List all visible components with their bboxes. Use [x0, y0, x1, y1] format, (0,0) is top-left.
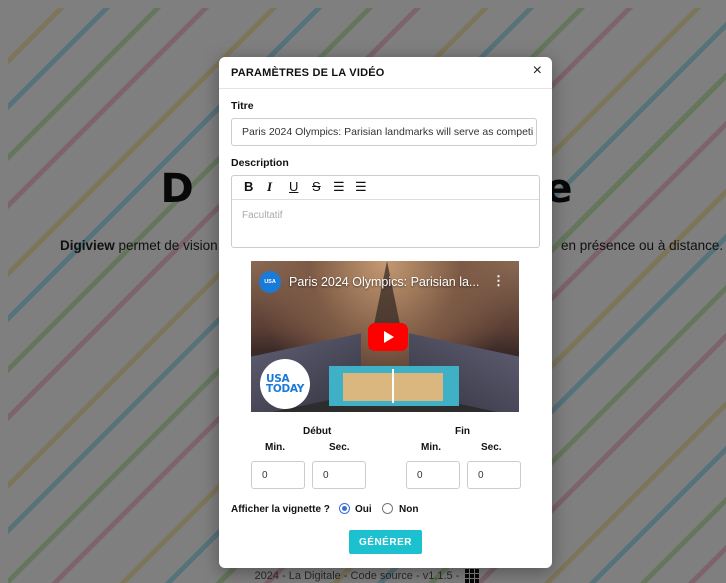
- dialog-header: PARAMÈTRES DE LA VIDÉO ×: [219, 57, 552, 89]
- start-min-label: Min.: [265, 442, 285, 453]
- start-min-input[interactable]: [251, 461, 305, 489]
- description-editor[interactable]: B I U S ☰ ☰ Facultatif: [231, 175, 540, 248]
- start-sec-input[interactable]: [312, 461, 366, 489]
- thumbnail-question: Afficher la vignette ?: [231, 504, 330, 515]
- title-input[interactable]: [231, 118, 537, 146]
- more-options-icon[interactable]: ⋮: [492, 273, 505, 289]
- italic-button[interactable]: I: [267, 179, 272, 195]
- editor-toolbar: B I U S ☰ ☰: [232, 176, 539, 200]
- description-placeholder: Facultatif: [242, 210, 283, 221]
- video-title[interactable]: Paris 2024 Olympics: Parisian la...: [289, 275, 479, 289]
- start-label: Début: [303, 426, 332, 437]
- strikethrough-button[interactable]: S: [312, 179, 321, 195]
- end-label: Fin: [455, 426, 470, 437]
- bold-button[interactable]: B: [244, 179, 253, 195]
- play-button[interactable]: [368, 323, 408, 351]
- usa-today-logo: USA TODAY: [260, 359, 310, 409]
- start-sec-label: Sec.: [329, 442, 350, 453]
- end-sec-input[interactable]: [467, 461, 521, 489]
- video-thumbnail[interactable]: USA Paris 2024 Olympics: Parisian la... …: [251, 261, 519, 412]
- ordered-list-icon[interactable]: ☰: [333, 179, 345, 195]
- net-image: [392, 369, 394, 403]
- radio-yes-label[interactable]: Oui: [355, 504, 372, 515]
- underline-button[interactable]: U: [289, 179, 298, 195]
- description-label: Description: [231, 157, 289, 169]
- channel-avatar[interactable]: USA: [259, 271, 281, 293]
- generate-button[interactable]: GÉNÉRER: [349, 530, 422, 554]
- end-sec-label: Sec.: [481, 442, 502, 453]
- end-min-input[interactable]: [406, 461, 460, 489]
- radio-no-label[interactable]: Non: [399, 504, 418, 515]
- bullet-list-icon[interactable]: ☰: [355, 179, 367, 195]
- dialog-title: PARAMÈTRES DE LA VIDÉO: [231, 67, 385, 79]
- radio-no[interactable]: [382, 503, 393, 514]
- close-icon[interactable]: ×: [533, 61, 542, 81]
- video-settings-dialog: PARAMÈTRES DE LA VIDÉO × Titre Descripti…: [219, 57, 552, 568]
- title-label: Titre: [231, 100, 254, 112]
- end-min-label: Min.: [421, 442, 441, 453]
- radio-yes[interactable]: [339, 503, 350, 514]
